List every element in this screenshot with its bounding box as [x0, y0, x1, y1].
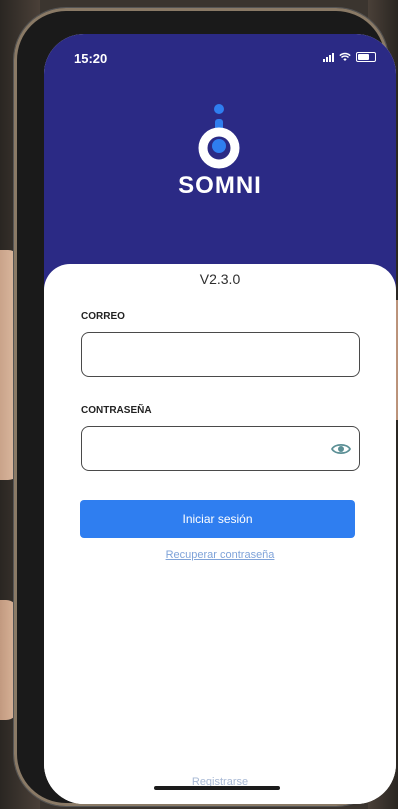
- email-label: CORREO: [81, 311, 125, 322]
- login-button[interactable]: Iniciar sesión: [80, 500, 355, 538]
- phone-screen: 15:20 SOMNI V2.3.0 CORREO CONTRASEÑA Ini…: [44, 34, 396, 804]
- password-field-box: [81, 426, 360, 471]
- status-time: 15:20: [74, 51, 108, 66]
- password-input[interactable]: [82, 427, 341, 470]
- somni-logo-icon: [198, 104, 240, 169]
- status-icons: [323, 52, 376, 62]
- email-input[interactable]: [82, 333, 341, 376]
- password-label: CONTRASEÑA: [81, 405, 152, 416]
- brand-name: SOMNI: [178, 172, 262, 199]
- eye-icon[interactable]: [331, 441, 351, 457]
- phone-frame: 15:20 SOMNI V2.3.0 CORREO CONTRASEÑA Ini…: [14, 8, 396, 806]
- recover-password-link[interactable]: Recuperar contraseña: [44, 549, 396, 561]
- wifi-icon: [339, 52, 351, 61]
- email-field-box: [81, 332, 360, 377]
- battery-icon: [356, 52, 376, 62]
- app-version: V2.3.0: [199, 271, 241, 287]
- signal-icon: [323, 52, 334, 62]
- home-indicator: [154, 786, 280, 790]
